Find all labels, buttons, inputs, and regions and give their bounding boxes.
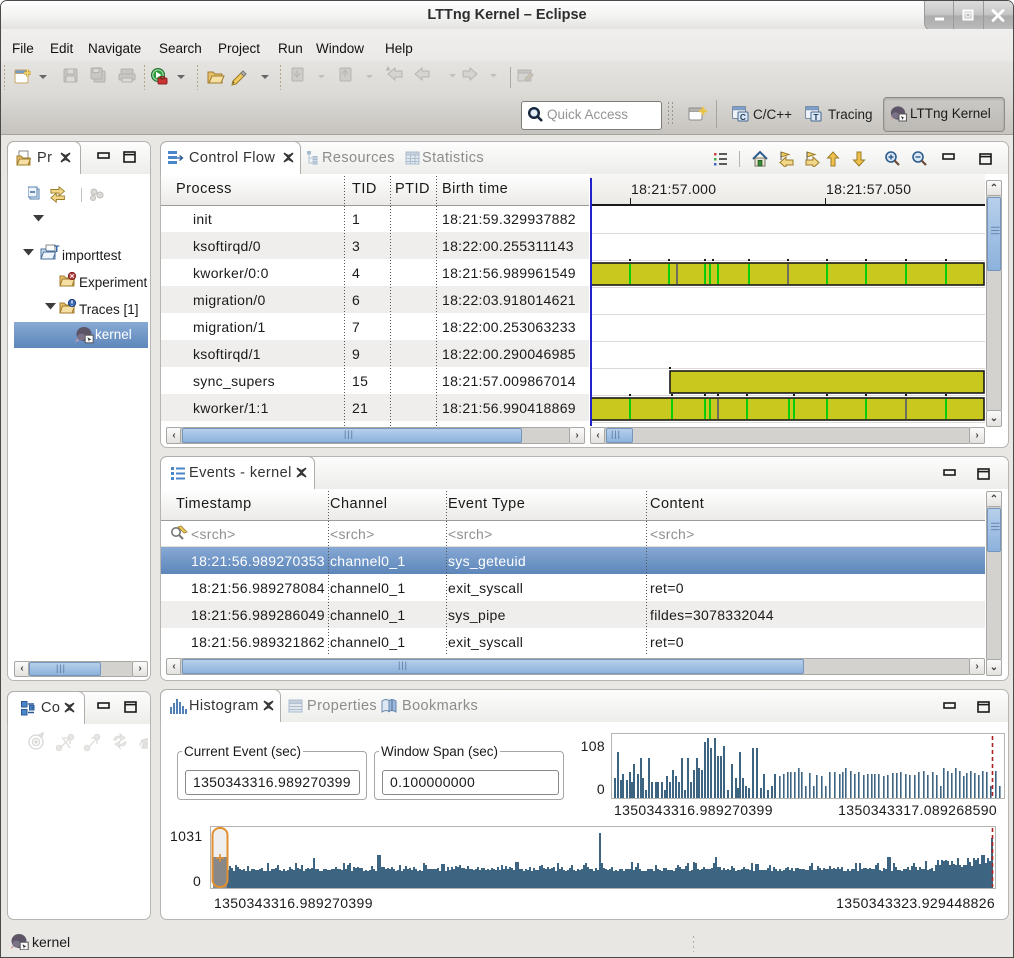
svg-text:importtest: importtest bbox=[62, 248, 122, 263]
svg-text:kernel: kernel bbox=[95, 327, 132, 342]
svg-text:Experiment: Experiment bbox=[79, 275, 148, 290]
svg-text:Traces [1]: Traces [1] bbox=[79, 302, 139, 317]
svg-text:C: C bbox=[740, 112, 746, 122]
svg-text:T: T bbox=[54, 244, 60, 254]
svg-text:T: T bbox=[813, 112, 819, 122]
